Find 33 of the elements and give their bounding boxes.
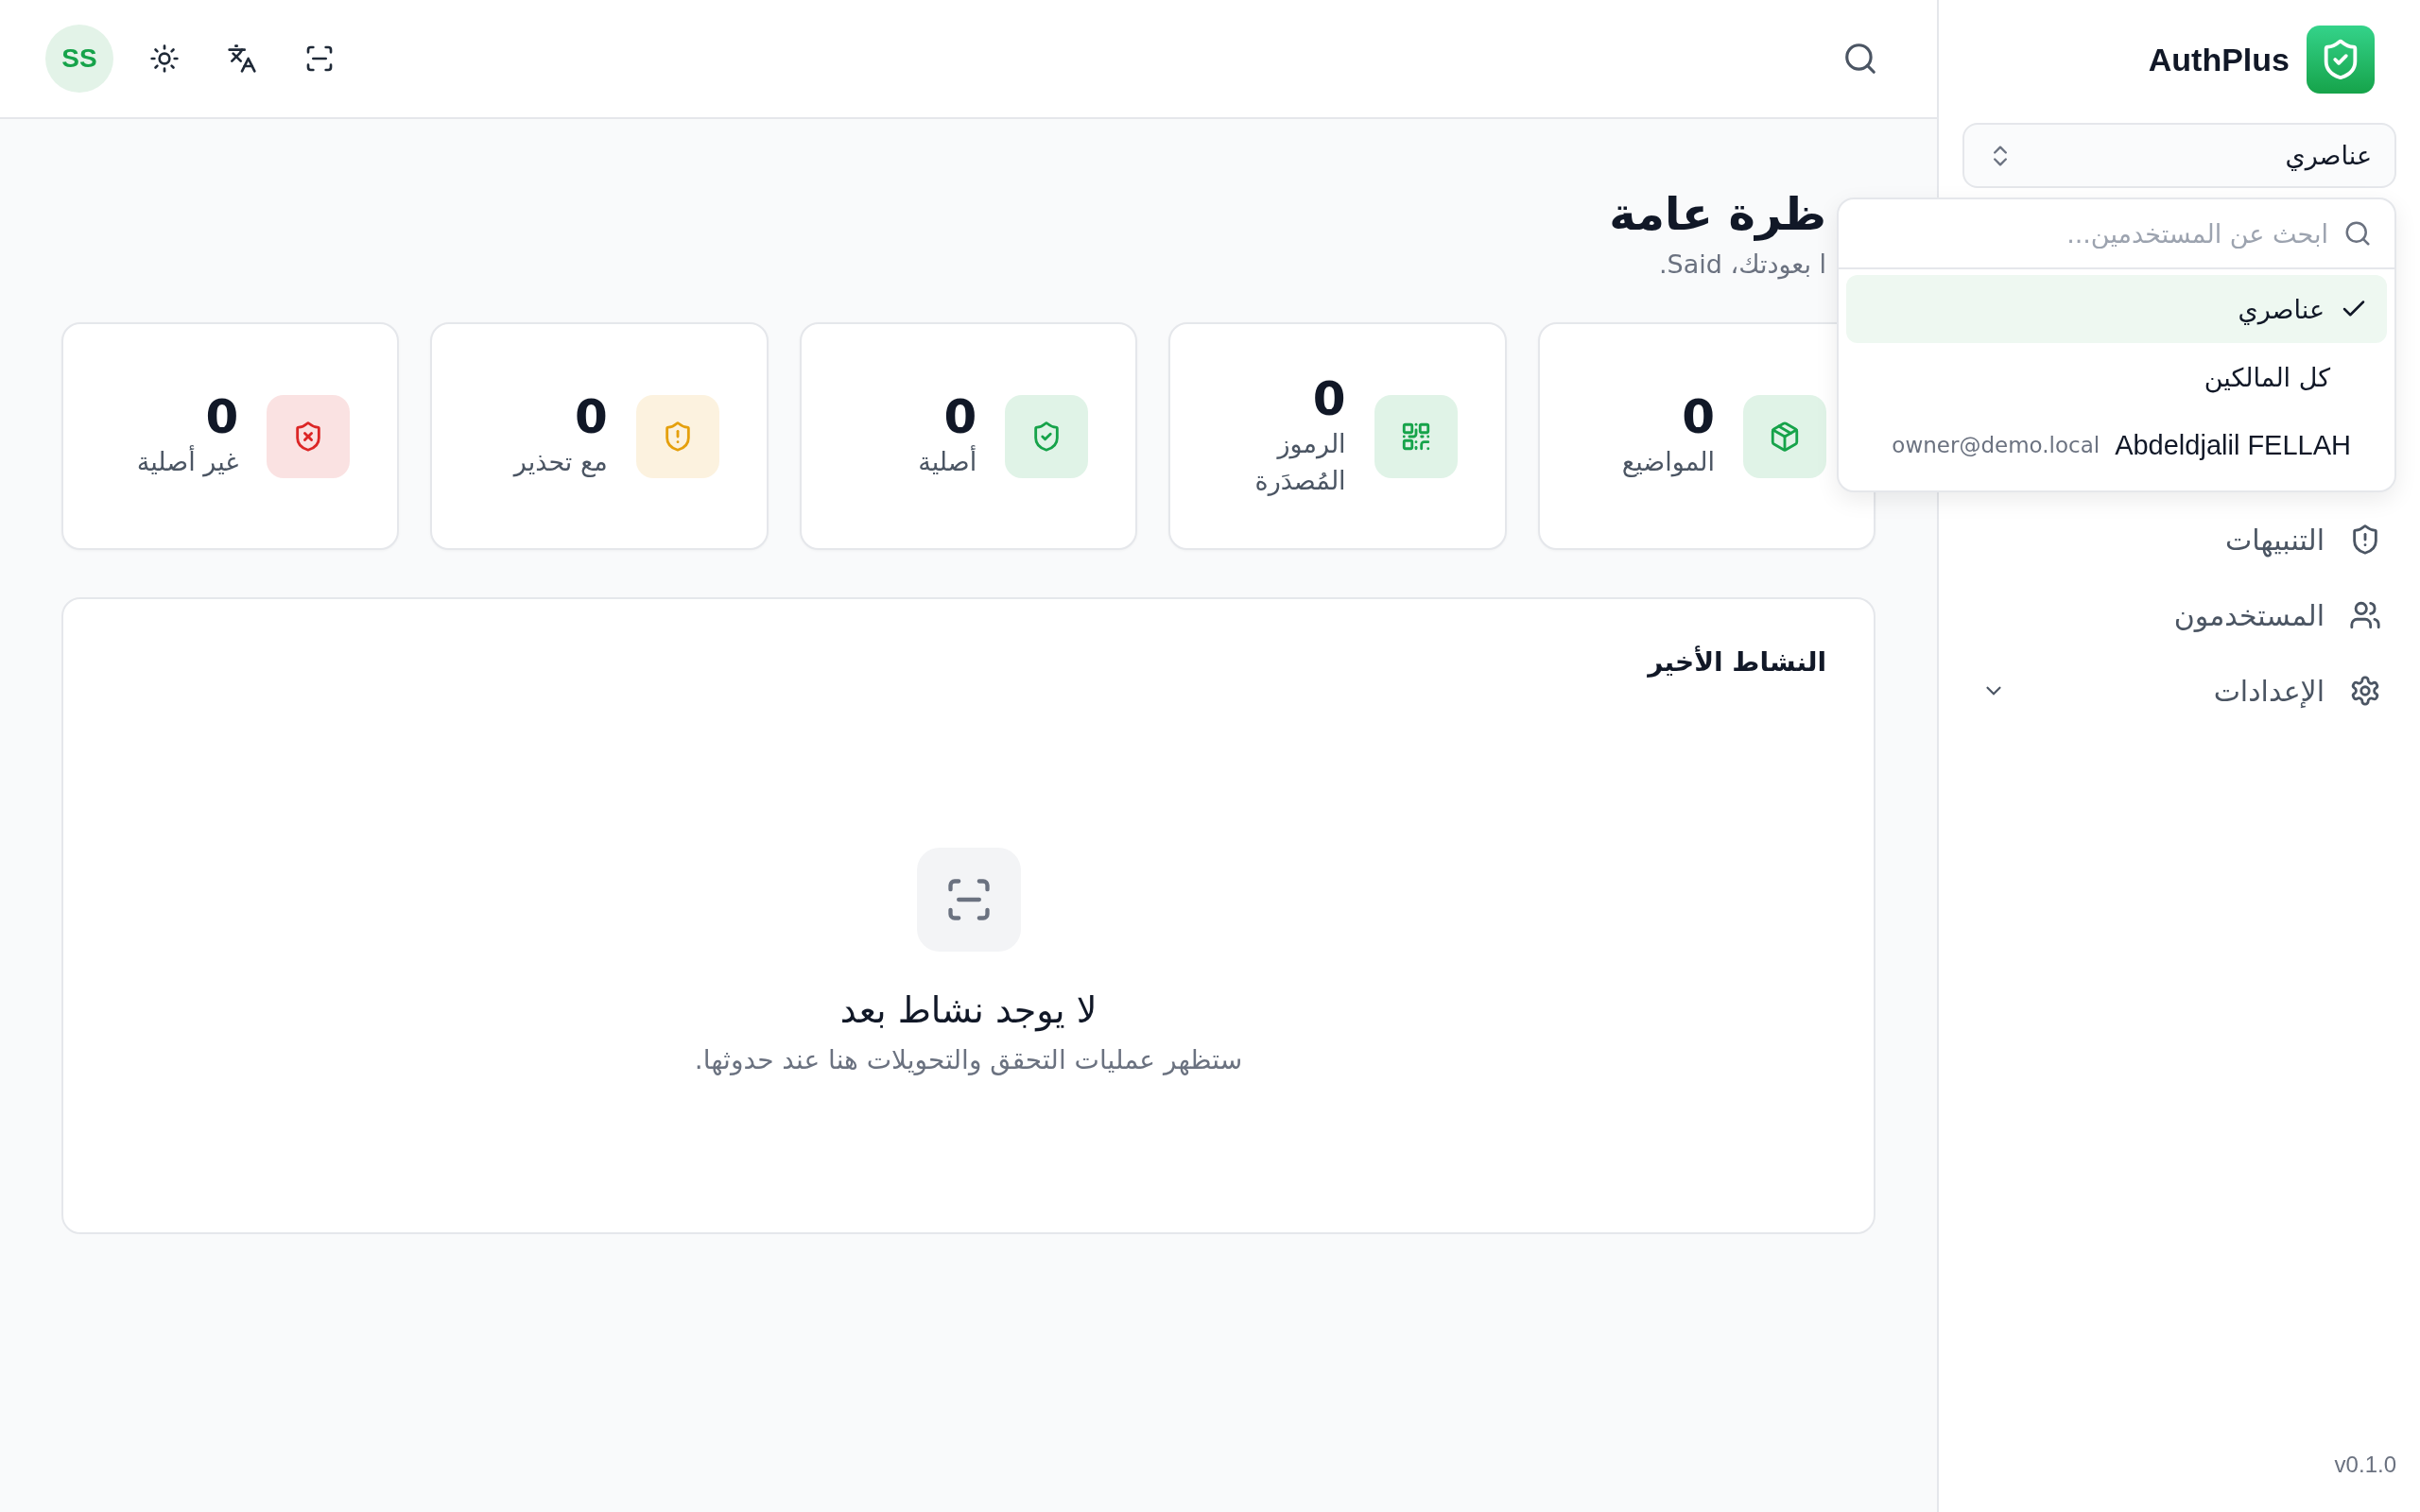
stat-label: الرموز المُصدَرة xyxy=(1253,427,1346,498)
brand-name: AuthPlus xyxy=(2148,41,2290,78)
stat-value: 0 xyxy=(205,391,239,444)
empty-text: ستظهر عمليات التحقق والتحويلات هنا عند حدوثها. xyxy=(694,1044,1243,1075)
search-icon xyxy=(1842,41,1878,77)
scope-select[interactable]: عناصري xyxy=(1962,123,2396,188)
menu-option[interactable]: عناصري xyxy=(1846,275,2387,343)
stat-label: مع تحذير xyxy=(513,446,608,479)
empty-title: لا يوجد نشاط بعد xyxy=(839,989,1098,1031)
nav-item[interactable]: المستخدمون xyxy=(1962,577,2396,653)
menu-option[interactable]: كل المالكين xyxy=(1846,343,2387,411)
nav-item[interactable]: التنبيهات xyxy=(1962,502,2396,577)
users-icon xyxy=(2349,599,2381,631)
stat-value: 0 xyxy=(1682,391,1715,444)
sun-icon xyxy=(149,43,180,74)
stat-label: أصلية xyxy=(918,444,977,479)
stat-value: 0 xyxy=(575,391,608,444)
stat-label: المواضيع xyxy=(1621,446,1715,479)
user-option[interactable]: owner@demo.local Abdeldjalil FELLAH xyxy=(1846,411,2387,479)
card-title: النشاط الأخير xyxy=(1648,646,1826,678)
search-icon xyxy=(2343,219,2372,248)
logo-icon xyxy=(2307,26,2375,94)
user-search-field[interactable]: ابحث عن المستخدمين... xyxy=(1861,217,2330,249)
version-label: v0.1.0 xyxy=(2333,1452,2396,1478)
stat-value: 0 xyxy=(1312,372,1346,425)
scan-icon xyxy=(304,43,335,74)
nav-item[interactable]: الإعدادات xyxy=(1962,653,2396,729)
page-title: ظرة عامة xyxy=(1609,187,1826,240)
gear-icon xyxy=(2349,675,2381,707)
stat-value: 0 xyxy=(943,391,977,444)
page-subtitle: ا بعودتك، Said. xyxy=(1658,249,1826,279)
stat-label: غير أصلية xyxy=(136,444,239,479)
translate-icon xyxy=(227,43,257,74)
